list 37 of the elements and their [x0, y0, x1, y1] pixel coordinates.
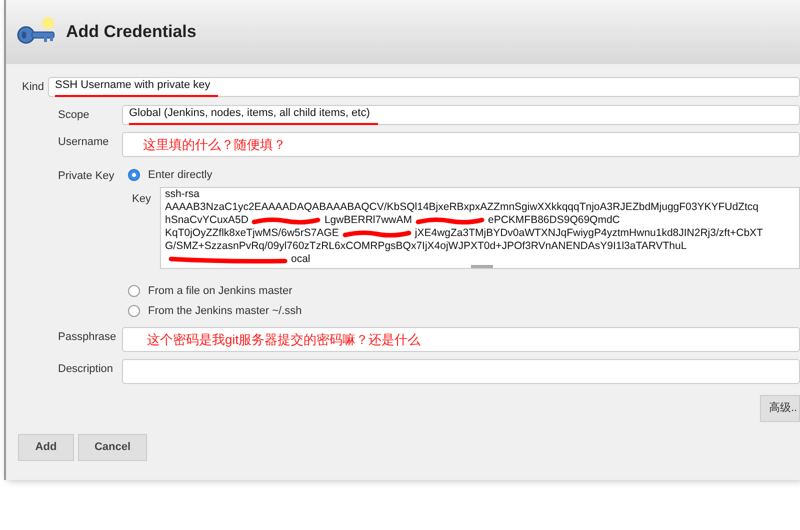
radio-button[interactable]: [128, 169, 140, 181]
passphrase-field[interactable]: 这个密码是我git服务器提交的密码嘛？还是什么: [122, 327, 800, 352]
radio-button[interactable]: [128, 305, 140, 317]
scribble-mark: [251, 216, 322, 224]
radio-button[interactable]: [128, 285, 140, 297]
annotation-text: 这个密码是我git服务器提交的密码嘛？还是什么: [147, 330, 421, 349]
radio-label: From the Jenkins master ~/.ssh: [148, 304, 302, 319]
scribble-mark: [415, 216, 485, 224]
form-button[interactable]: Add: [18, 434, 74, 461]
page-title: Add Credentials: [66, 21, 196, 44]
advanced-button[interactable]: 高级..: [760, 395, 800, 422]
field-label: Kind: [21, 80, 46, 95]
field-label: Description: [57, 362, 114, 377]
scope-select[interactable]: Global (Jenkins, nodes, items, all child items, etc): [122, 105, 800, 125]
key-text: AAAAB3NzaC1yc2EAAAADAQABAAABAQCV/KbSQl14BjxeRBxpxAZZmnSgiwXXkkqqqTnjoA3RJEZbdMjuggF03YKYFUdZtcq: [165, 201, 758, 214]
key-text: ocal: [291, 253, 310, 266]
description-field[interactable]: [122, 359, 800, 384]
kind-select[interactable]: SSH Username with private key: [48, 77, 800, 97]
radio-label: Enter directly: [148, 168, 212, 183]
radio-label: From a file on Jenkins master: [148, 284, 292, 299]
key-textarea[interactable]: [160, 187, 800, 269]
annotation-text: 这里填的什么？随便填？: [143, 136, 286, 154]
field-label: Key: [131, 192, 152, 207]
username-field[interactable]: 这里填的什么？随便填？: [122, 132, 800, 157]
key-text: ssh-rsa: [165, 188, 200, 201]
scribble-mark: [342, 230, 412, 238]
key-text: G/SMZ+SzzasnPvRq/09yl760zTzRL6xCOMRPgsBQx7IjX4ojWJPXT0d+JPOf3RVnANENDAsY9I1l3aTARVThuL: [165, 240, 687, 253]
key-text: hSnaCvYCuxA5D: [165, 214, 248, 227]
field-label: Passphrase: [57, 330, 118, 345]
field-label: Scope: [57, 108, 90, 123]
field-label: Private Key: [57, 169, 116, 184]
key-text: KqT0jOyZZflk8xeTjwMS/6w5rS7AGE: [165, 227, 339, 240]
field-label: Username: [57, 135, 110, 150]
key-text: jXE4wgZa3TMjBYDv0aWTXNJqFwiygP4yztmHwnu1kd8JIN2Rj3/zft+CbXT: [414, 227, 763, 240]
key-text: ePCKMFB86DS9Q69QmdC: [488, 214, 620, 227]
key-text: LgwBERRl7wwAM: [324, 214, 412, 227]
form-button[interactable]: Cancel: [78, 434, 147, 461]
